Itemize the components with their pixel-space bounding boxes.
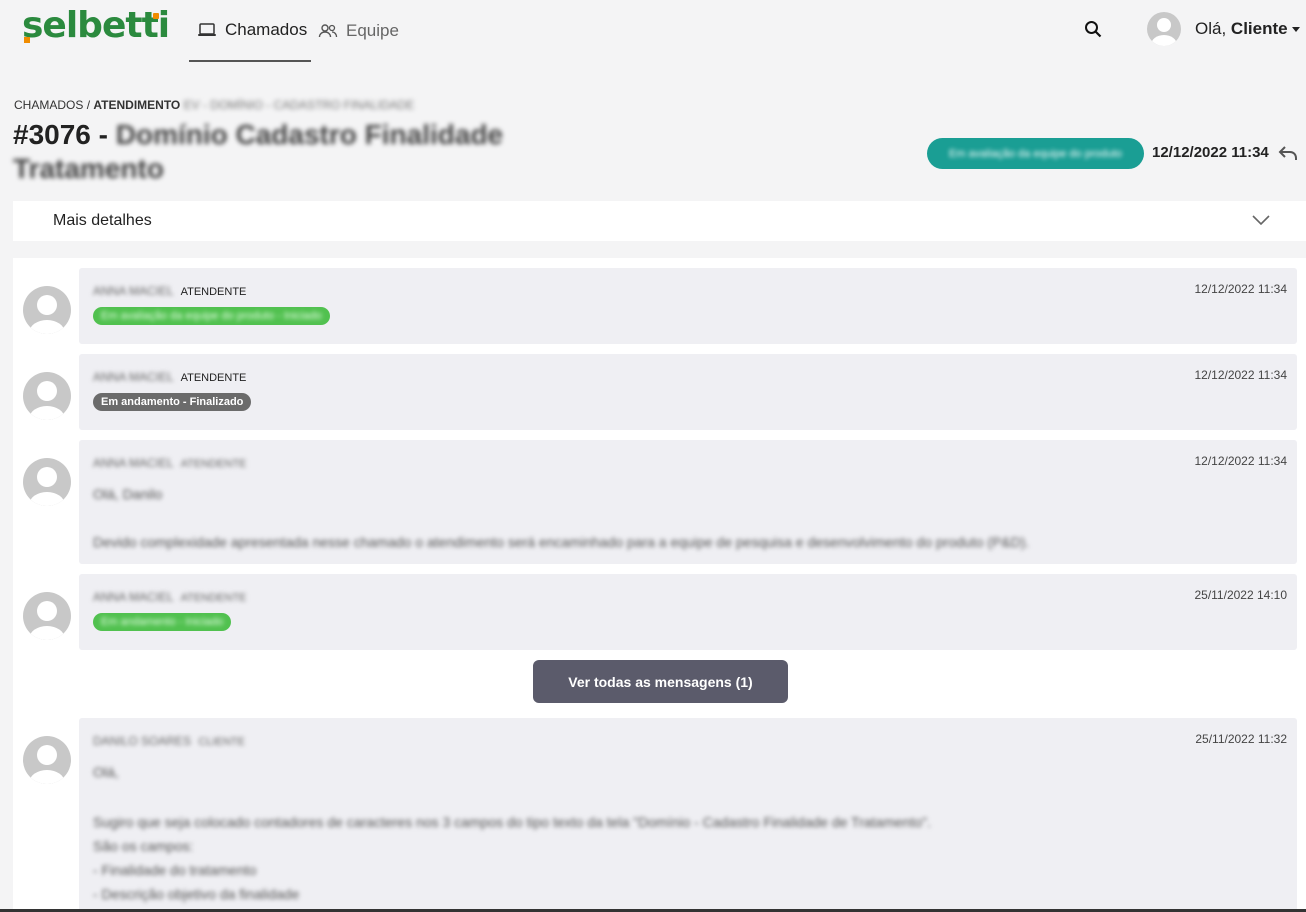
top-navbar: selbetti Chamados Equipe Olá, Cliente (0, 0, 1306, 62)
ticket-number: #3076 - (13, 119, 108, 150)
message-text-line: Olá, Danilo (93, 486, 163, 502)
message-item: ANNA MACIEL ATENDENTE 12/12/2022 11:34 E… (79, 268, 1297, 344)
breadcrumb-detail: EV - DOMÍNIO - CADASTRO FINALIDADE (183, 98, 415, 112)
ticket-status-badge: Em avaliação da equipe do produto (927, 138, 1144, 169)
message-text-line: Sugiro que seja colocado contadores de c… (93, 814, 931, 830)
ticket-title: #3076 - Domínio Cadastro Finalidade Trat… (13, 118, 573, 186)
message-role: ATENDENTE (180, 458, 247, 470)
message-role: ATENDENTE (180, 592, 247, 604)
nav-chamados-label: Chamados (225, 20, 308, 39)
message-author-line: DANILO SOARES CLIENTE (93, 734, 245, 748)
message-avatar (23, 592, 71, 640)
message-status-text: Em andamento - Iniciado (101, 616, 224, 628)
message-author: ANNA MACIEL (93, 284, 174, 298)
message-text-line: Olá, (93, 764, 119, 780)
nav-equipe[interactable]: Equipe (318, 0, 399, 62)
message-avatar (23, 372, 71, 420)
nav-equipe-label: Equipe (346, 21, 399, 40)
message-author-line: ANNA MACIEL ATENDENTE (93, 590, 246, 604)
message-status-badge: Em avaliação da equipe do produto - Inic… (93, 307, 330, 325)
message-author: ANNA MACIEL (93, 456, 174, 470)
more-details-label: Mais detalhes (53, 212, 152, 229)
user-name: Cliente (1230, 19, 1288, 38)
users-icon (318, 23, 338, 39)
breadcrumb-current: ATENDIMENTO (93, 98, 181, 112)
message-author-line: ANNA MACIEL ATENDENTE (93, 370, 246, 384)
message-text-line: - Finalidade do tratamento (93, 862, 257, 878)
message-avatar (23, 286, 71, 334)
message-status-badge: Em andamento - Iniciado (93, 613, 232, 631)
message-author: DANILO SOARES (93, 734, 192, 748)
message-avatar (23, 736, 71, 784)
message-status-text: Em avaliação da equipe do produto - Inic… (101, 310, 322, 322)
message-role: ATENDENTE (180, 372, 247, 384)
message-avatar (23, 458, 71, 506)
nav-chamados[interactable]: Chamados (189, 0, 311, 62)
greeting-prefix: Olá, (1195, 19, 1227, 38)
logo-orange-dot (153, 13, 159, 19)
chevron-down-icon (1252, 213, 1270, 231)
message-item: ANNA MACIEL ATENDENTE 12/12/2022 11:34 E… (79, 354, 1297, 430)
message-item: DANILO SOARES CLIENTE 25/11/2022 11:32 O… (79, 718, 1297, 912)
messages-panel: ANNA MACIEL ATENDENTE 12/12/2022 11:34 E… (13, 258, 1306, 912)
ticket-status-text: Em avaliação da equipe do produto (948, 147, 1123, 160)
breadcrumb-root[interactable]: CHAMADOS (14, 98, 83, 112)
message-date: 12/12/2022 11:34 (1194, 454, 1287, 468)
message-date: 25/11/2022 14:10 (1194, 588, 1287, 602)
message-text-line: São os campos: (93, 838, 194, 854)
breadcrumb: CHAMADOS / ATENDIMENTO EV - DOMÍNIO - CA… (14, 98, 414, 112)
ticket-date: 12/12/2022 11:34 (1152, 144, 1269, 161)
message-date: 12/12/2022 11:34 (1194, 368, 1287, 382)
search-icon[interactable] (1084, 20, 1102, 43)
message-date: 25/11/2022 11:32 (1195, 732, 1287, 746)
selbetti-logo[interactable]: selbetti (22, 6, 170, 46)
logo-orange-square (24, 37, 30, 43)
message-role: CLIENTE (198, 736, 245, 748)
user-greeting[interactable]: Olá, Cliente (1195, 19, 1288, 39)
reply-icon[interactable] (1278, 144, 1298, 167)
message-date: 12/12/2022 11:34 (1194, 282, 1287, 296)
message-author-line: ANNA MACIEL ATENDENTE (93, 456, 246, 470)
message-item: ANNA MACIEL ATENDENTE 25/11/2022 14:10 E… (79, 574, 1297, 650)
message-author: ANNA MACIEL (93, 590, 174, 604)
user-menu-caret-icon[interactable] (1292, 27, 1300, 32)
message-role: ATENDENTE (180, 286, 247, 298)
user-avatar[interactable] (1147, 12, 1181, 46)
message-text-line: - Descrição objetivo da finalidade (93, 886, 300, 902)
more-details-toggle[interactable]: Mais detalhes (13, 201, 1306, 241)
message-author-line: ANNA MACIEL ATENDENTE (93, 284, 246, 298)
message-item: ANNA MACIEL ATENDENTE 12/12/2022 11:34 O… (79, 440, 1297, 564)
message-status-badge: Em andamento - Finalizado (93, 393, 252, 411)
breadcrumb-separator: / (86, 98, 91, 112)
message-author: ANNA MACIEL (93, 370, 174, 384)
view-all-messages-button[interactable]: Ver todas as mensagens (1) (533, 660, 788, 703)
laptop-icon (197, 22, 217, 38)
message-text-line: Devido complexidade apresentada nesse ch… (93, 534, 1030, 550)
